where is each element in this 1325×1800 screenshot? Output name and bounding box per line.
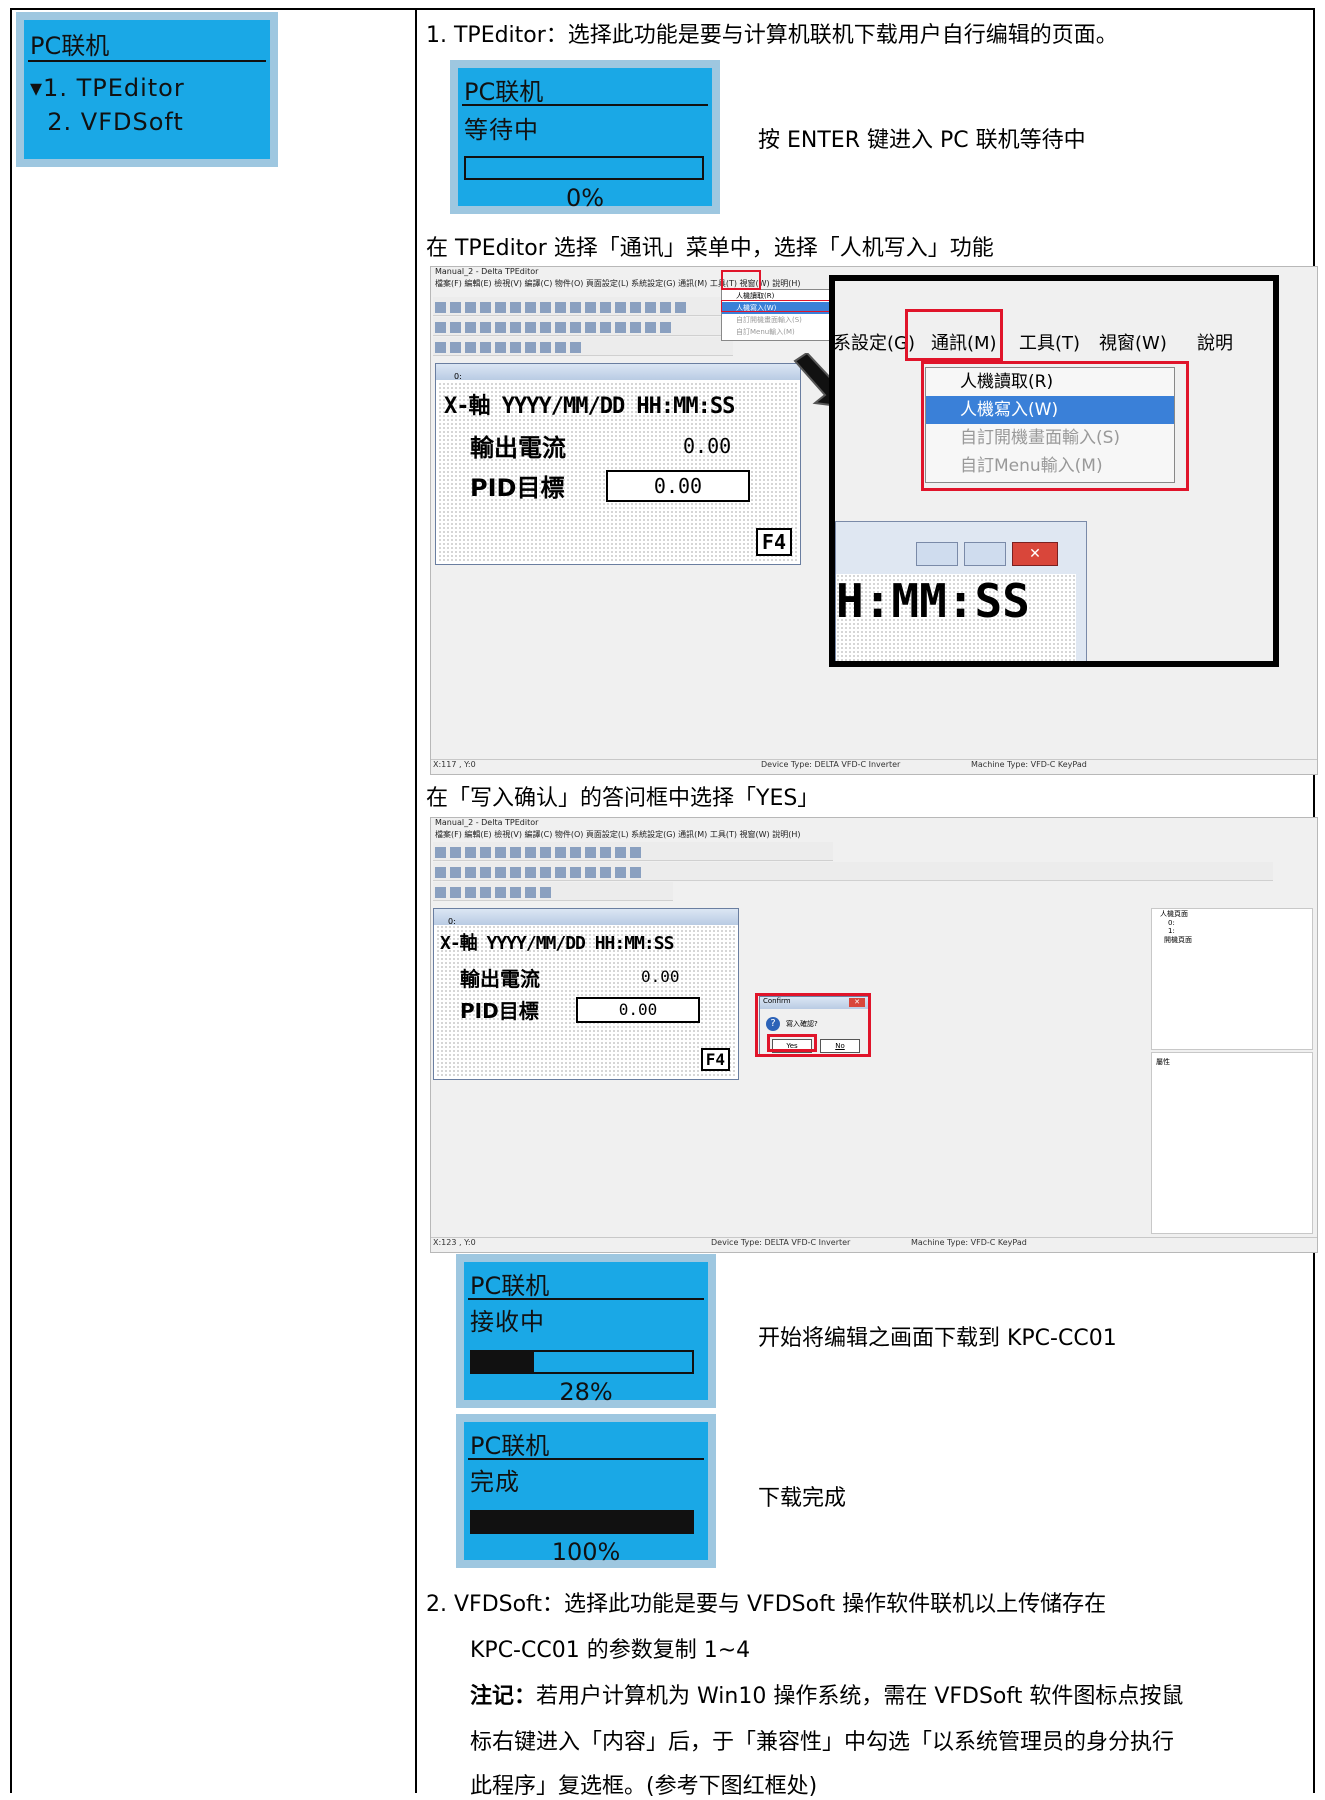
comm-dropdown-small: 人機讀取(R) 人機寫入(W) 自訂開機畫面輸入(S) 自訂Menu輸入(M) (721, 289, 843, 341)
tree-item[interactable]: 1: (1152, 927, 1312, 935)
progress-bar (470, 1510, 694, 1534)
note-done: 下载完成 (758, 1486, 847, 1511)
highlight-comm-small (721, 270, 761, 290)
highlight-write-small (721, 300, 831, 312)
progress-bar (464, 156, 704, 180)
progress-percent: 0% (565, 184, 605, 212)
zoom-close-button[interactable]: ✕ (1012, 542, 1058, 566)
menu-item-boot[interactable]: 自訂開機畫面輸入(S) (722, 314, 842, 326)
lcd-label-pid: PID目標 (460, 999, 539, 1023)
menu-item-vfdsoft[interactable]: 2. VFDSoft (30, 108, 184, 136)
lcd-value-pid[interactable]: 0.00 (576, 997, 700, 1023)
tree-item[interactable]: 0: (1152, 919, 1312, 927)
instruction-confirm: 在「写入确认」的答问框中选择「YES」 (426, 786, 820, 811)
lcd-status: 等待中 (464, 116, 539, 144)
note-line1: 注记：若用户计算机为 Win10 操作系统，需在 VFDSoft 软件图标点按鼠 (470, 1678, 1183, 1710)
lcd-canvas: X-軸 YYYY/MM/DD HH:MM:SS 輸出電流 0.00 PID目標 … (438, 382, 798, 562)
table-divider (415, 8, 417, 1793)
lcd-title: PC联机 (30, 32, 110, 60)
tree-root[interactable]: 人機頁面 (1152, 909, 1312, 919)
toolbar-3[interactable] (433, 882, 673, 901)
project-tree: 人機頁面 0: 1: 開機頁面 (1151, 908, 1313, 1050)
lcd-value-current: 0.00 (683, 434, 732, 458)
lcd-title: PC联机 (470, 1432, 550, 1460)
lcd-divider (468, 1298, 704, 1300)
instruction-menu: 在 TPEditor 选择「通讯」菜单中，选择「人机写入」功能 (426, 236, 994, 261)
note-line3: 此程序」复选框。(参考下图红框处) (470, 1774, 818, 1799)
lcd-title: PC联机 (464, 78, 544, 106)
zoom-clock: H:MM:SS (836, 574, 1076, 661)
note-enter: 按 ENTER 键进入 PC 联机等待中 (758, 128, 1086, 153)
highlight-yes-button (767, 1034, 817, 1052)
lcd-label-current: 輸出電流 (460, 967, 540, 991)
tpeditor-screenshot-2: Manual_2 - Delta TPEditor 檔案(F) 編輯(E) 檢視… (430, 817, 1318, 1253)
zoom-subwindow: ✕ H:MM:SS (835, 521, 1087, 661)
lcd-status: 接收中 (470, 1308, 545, 1336)
toolbar-2[interactable] (433, 862, 1273, 881)
window-title: Manual_2 - Delta TPEditor (435, 818, 539, 827)
section-1-text: 1. TPEditor：选择此功能是要与计算机联机下载用户自行编辑的页面。 (426, 23, 1118, 48)
editor-titlebar: 0: (436, 364, 800, 381)
menu-item-custom[interactable]: 自訂Menu輸入(M) (722, 326, 842, 338)
lcd-pc-menu: PC联机 ▾1. TPEditor 2. VFDSoft (16, 12, 278, 167)
lcd-waiting: PC联机 等待中 0% (450, 60, 720, 214)
lcd-status: 完成 (470, 1468, 520, 1496)
note-text-1: 若用户计算机为 Win10 操作系统，需在 VFDSoft 软件图标点按鼠 (536, 1684, 1184, 1709)
zoom-panel: 系設定(G) 通訊(M) 工具(T) 視窗(W) 說明 人機讀取(R) 人機寫入… (829, 275, 1279, 667)
progress-fill (472, 1512, 692, 1532)
section-2-line1: 2. VFDSoft：选择此功能是要与 VFDSoft 操作软件联机以上传储存在 (426, 1592, 1107, 1617)
note-line2: 标右键进入「内容」后，于「兼容性」中勾选「以系统管理员的身分执行 (470, 1730, 1175, 1755)
section-2-line2: KPC-CC01 的参数复制 1~4 (470, 1638, 751, 1663)
toolbar-3[interactable] (433, 337, 733, 356)
lcd-key-f4[interactable]: F4 (700, 1048, 730, 1071)
screen-editor-window: 0: X-軸 YYYY/MM/DD HH:MM:SS 輸出電流 0.00 PID… (435, 363, 801, 565)
highlight-dropdown-zoom (921, 361, 1189, 491)
lcd-divider (28, 60, 266, 62)
lcd-divider (462, 104, 708, 106)
zoom-max-button[interactable] (964, 542, 1006, 566)
zoom-min-button[interactable] (916, 542, 958, 566)
screen-editor-window: 0: X-軸 YYYY/MM/DD HH:MM:SS 輸出電流 0.00 PID… (433, 908, 739, 1080)
editor-titlebar: 0: (434, 909, 738, 926)
lcd-value-current: 0.00 (641, 967, 680, 986)
lcd-header: X-軸 YYYY/MM/DD HH:MM:SS (440, 933, 674, 954)
lcd-key-f4[interactable]: F4 (755, 528, 792, 556)
lcd-label-pid: PID目標 (470, 474, 565, 502)
highlight-comm-zoom (905, 309, 1003, 361)
properties-panel: 屬性 (1151, 1052, 1313, 1234)
properties-label: 屬性 (1156, 1058, 1170, 1066)
lcd-receiving: PC联机 接收中 28% (456, 1254, 716, 1408)
toolbar-1[interactable] (433, 842, 833, 861)
tree-item[interactable]: 開機頁面 (1152, 935, 1312, 945)
status-bar: X:123 , Y:0 Device Type: DELTA VFD-C Inv… (431, 1237, 1317, 1252)
progress-percent: 100% (551, 1538, 621, 1566)
menu-item-tpeditor[interactable]: ▾1. TPEditor (30, 74, 185, 102)
note-label: 注记： (470, 1684, 537, 1709)
status-bar: X:117 , Y:0 Device Type: DELTA VFD-C Inv… (431, 759, 1317, 774)
progress-percent: 28% (559, 1378, 613, 1406)
progress-bar (470, 1350, 694, 1374)
zoom-menubar: 系設定(G) 通訊(M) 工具(T) 視窗(W) 說明 (835, 321, 1273, 361)
note-download: 开始将编辑之画面下载到 KPC-CC01 (758, 1326, 1117, 1351)
lcd-title: PC联机 (470, 1272, 550, 1300)
progress-fill (472, 1352, 534, 1372)
lcd-value-pid[interactable]: 0.00 (606, 470, 750, 502)
lcd-canvas: X-軸 YYYY/MM/DD HH:MM:SS 輸出電流 0.00 PID目標 … (436, 925, 736, 1077)
lcd-label-current: 輸出電流 (470, 434, 566, 462)
lcd-header: X-軸 YYYY/MM/DD HH:MM:SS (444, 394, 735, 419)
tpeditor-screenshot-1: Manual_2 - Delta TPEditor 檔案(F) 編輯(E) 檢視… (430, 266, 1318, 775)
lcd-complete: PC联机 完成 100% (456, 1414, 716, 1568)
lcd-divider (468, 1458, 704, 1460)
